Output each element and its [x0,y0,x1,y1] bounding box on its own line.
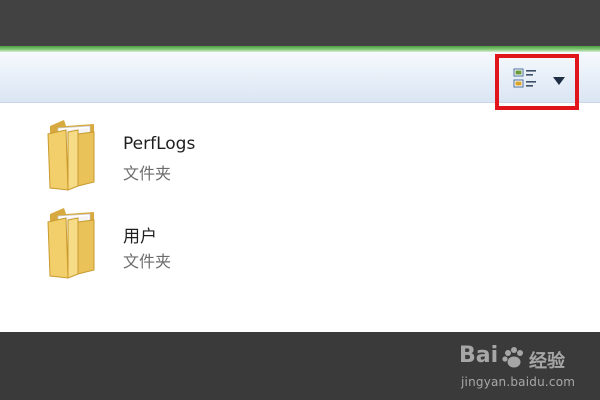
file-name: PerfLogs [123,134,196,154]
highlight-box [495,54,579,110]
file-type: 文件夹 [123,252,172,271]
list-item[interactable]: 用户 文件夹 [40,204,240,284]
file-name: 用户 [123,227,157,247]
watermark-logo-text: Bai [459,343,499,368]
watermark-cn-text: 经验 [529,351,565,372]
folder-icon [47,208,95,279]
baidu-jingyan-watermark: Bai 经验 jingyan.baidu.com [459,343,589,393]
file-type: 文件夹 [123,164,172,183]
list-item[interactable]: PerfLogs 文件夹 [40,116,240,196]
top-dark-band [0,0,600,46]
paw-icon [502,347,523,368]
file-list: PerfLogs 文件夹 用户 文件夹 [0,110,600,332]
folder-icon [47,120,95,191]
toolbar [0,52,600,110]
watermark-url: jingyan.baidu.com [461,375,576,389]
explorer-window: PerfLogs 文件夹 用户 文件夹 [0,52,600,332]
